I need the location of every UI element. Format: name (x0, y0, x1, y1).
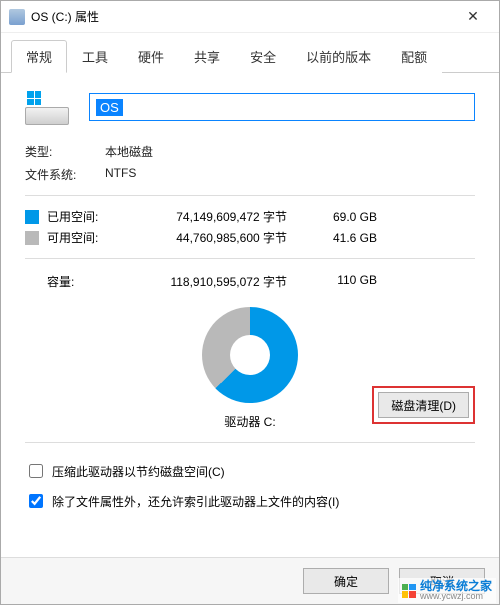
watermark-logo-icon (402, 584, 416, 598)
compress-label: 压缩此驱动器以节约磁盘空间(C) (52, 463, 225, 480)
tab-5[interactable]: 以前的版本 (291, 40, 386, 73)
properties-window: OS (C:) 属性 ✕ 常规工具硬件共享安全以前的版本配额 OS 类型: 本地… (0, 0, 500, 605)
used-label: 已用空间: (47, 208, 127, 225)
capacity-bytes: 118,910,595,072 字节 (127, 273, 307, 290)
type-label: 类型: (25, 143, 105, 160)
free-gb: 41.6 GB (307, 231, 377, 245)
capacity-label: 容量: (25, 273, 127, 290)
tab-4[interactable]: 安全 (235, 40, 291, 73)
disk-cleanup-button[interactable]: 磁盘清理(D) (378, 392, 469, 418)
window-title: OS (C:) 属性 (31, 8, 455, 25)
divider (25, 258, 475, 259)
ok-button[interactable]: 确定 (303, 568, 389, 594)
drive-icon (25, 89, 69, 125)
drive-name-value: OS (96, 99, 123, 116)
index-checkbox-row[interactable]: 除了文件属性外，还允许索引此驱动器上文件的内容(I) (25, 491, 475, 511)
free-swatch-icon (25, 231, 39, 245)
divider (25, 442, 475, 443)
usage-donut-chart (202, 307, 298, 403)
used-gb: 69.0 GB (307, 210, 377, 224)
index-label: 除了文件属性外，还允许索引此驱动器上文件的内容(I) (52, 493, 339, 510)
watermark: 纯净系统之家 www.ycwzj.com (398, 578, 496, 603)
tab-strip: 常规工具硬件共享安全以前的版本配额 (1, 33, 499, 73)
tab-0[interactable]: 常规 (11, 40, 67, 73)
used-swatch-icon (25, 210, 39, 224)
drive-label: 驱动器 C: (224, 413, 275, 430)
tab-2[interactable]: 硬件 (123, 40, 179, 73)
index-checkbox[interactable] (29, 494, 43, 508)
free-bytes: 44,760,985,600 字节 (127, 229, 307, 246)
tab-1[interactable]: 工具 (67, 40, 123, 73)
divider (25, 195, 475, 196)
tab-6[interactable]: 配额 (386, 40, 442, 73)
tab-content-general: OS 类型: 本地磁盘 文件系统: NTFS 已用空间: 74,149,609,… (1, 73, 499, 557)
used-bytes: 74,149,609,472 字节 (127, 208, 307, 225)
compress-checkbox-row[interactable]: 压缩此驱动器以节约磁盘空间(C) (25, 461, 475, 481)
capacity-gb: 110 GB (307, 273, 377, 290)
filesystem-value: NTFS (105, 166, 136, 183)
close-button[interactable]: ✕ (455, 5, 491, 29)
watermark-line2: www.ycwzj.com (420, 592, 492, 601)
drive-name-input[interactable]: OS (89, 93, 475, 121)
drive-mini-icon (9, 9, 25, 25)
filesystem-label: 文件系统: (25, 166, 105, 183)
type-value: 本地磁盘 (105, 143, 153, 160)
free-label: 可用空间: (47, 229, 127, 246)
close-icon: ✕ (467, 8, 479, 25)
tab-3[interactable]: 共享 (179, 40, 235, 73)
compress-checkbox[interactable] (29, 464, 43, 478)
titlebar: OS (C:) 属性 ✕ (1, 1, 499, 33)
highlight-box: 磁盘清理(D) (372, 386, 475, 424)
